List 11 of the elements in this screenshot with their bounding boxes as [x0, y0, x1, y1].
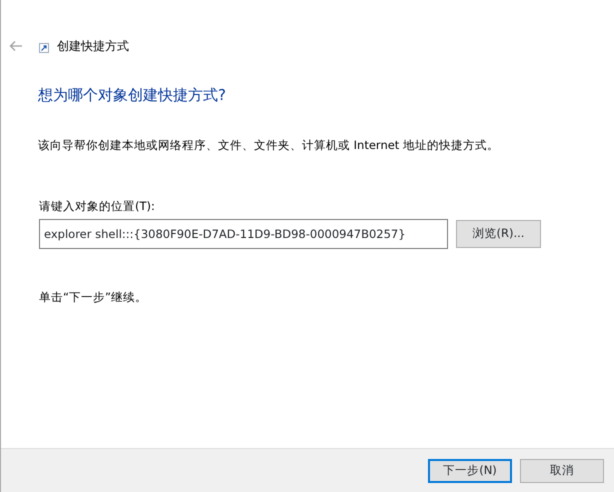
location-label: 请键入对象的位置(T):: [39, 198, 156, 215]
location-input-field[interactable]: explorer shell:::{3080F90E-D7AD-11D9-BD98-0000947B0257}: [39, 219, 448, 249]
back-arrow-icon[interactable]: [9, 40, 23, 52]
hint-text: 单击“下一步”继续。: [39, 289, 148, 306]
window-title: 创建快捷方式: [57, 38, 129, 55]
next-button[interactable]: 下一步(N): [428, 458, 512, 482]
description-text: 该向导帮你创建本地或网络程序、文件、文件夹、计算机或 Internet 地址的快捷方式。: [38, 136, 500, 154]
browse-button[interactable]: 浏览(R)...: [456, 220, 541, 248]
cancel-button[interactable]: 取消: [520, 458, 604, 482]
wizard-heading: 想为哪个对象创建快捷方式?: [38, 85, 227, 106]
shortcut-icon: [39, 43, 49, 53]
